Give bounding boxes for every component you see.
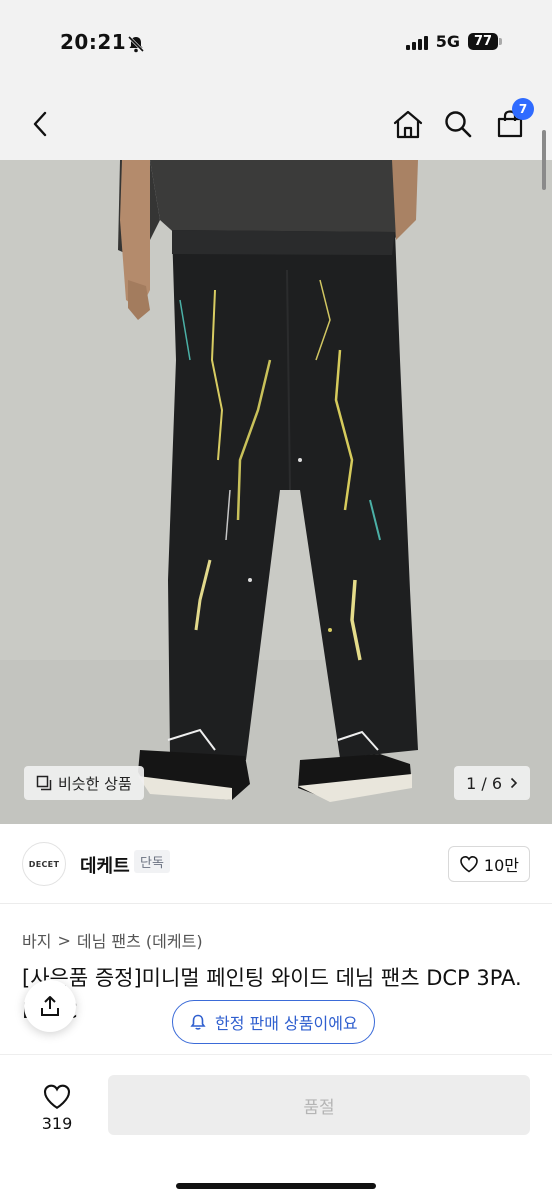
chevron-right-icon	[510, 777, 518, 789]
limited-sale-label: 한정 판매 상품이에요	[215, 1014, 358, 1033]
search-button[interactable]	[438, 104, 478, 144]
wishlist-count: 319	[41, 1114, 73, 1133]
bottom-action-bar: 319 품절	[0, 1054, 552, 1200]
breadcrumb: 바지 > 데님 팬츠 (데케트)	[22, 928, 203, 952]
status-bar: 20:21 5G 77	[0, 0, 552, 88]
breadcrumb-separator: >	[57, 930, 71, 950]
similar-products-label: 비슷한 상품	[58, 774, 132, 793]
brand-logo-text: DECET	[28, 859, 60, 869]
cart-button[interactable]: 7	[490, 98, 534, 144]
back-icon	[33, 111, 47, 137]
back-button[interactable]	[22, 106, 58, 142]
gallery-page-indicator[interactable]: 1 / 6	[454, 766, 530, 800]
search-icon	[445, 111, 472, 138]
network-label: 5G	[435, 32, 460, 51]
home-indicator	[176, 1183, 376, 1189]
bell-icon	[190, 1014, 206, 1030]
page-indicator-text: 1 / 6	[466, 773, 502, 793]
brand-like-button[interactable]: 10만	[447, 846, 530, 882]
limited-sale-notice: 한정 판매 상품이에요	[172, 1000, 375, 1044]
exclusive-tag: 단독	[134, 850, 170, 873]
scrollbar[interactable]	[542, 130, 546, 190]
status-indicators: 5G 77	[405, 32, 502, 51]
home-icon	[393, 110, 423, 139]
brand-like-count: 10만	[483, 856, 519, 875]
similar-products-button[interactable]: 비슷한 상품	[24, 766, 144, 800]
share-icon	[41, 996, 59, 1016]
top-nav: 7	[0, 88, 552, 160]
soldout-button[interactable]: 품절	[108, 1075, 530, 1135]
battery-level: 77	[468, 33, 498, 50]
product-image-gallery[interactable]: 비슷한 상품 1 / 6	[0, 160, 552, 824]
share-button[interactable]	[24, 980, 76, 1032]
brand-logo[interactable]: DECET	[22, 842, 66, 886]
cart-count-badge: 7	[512, 98, 534, 120]
brand-name[interactable]: 데케트	[80, 852, 130, 878]
breadcrumb-item-subcategory[interactable]: 데님 팬츠 (데케트)	[77, 928, 203, 952]
product-photo	[0, 160, 552, 824]
breadcrumb-item-category[interactable]: 바지	[22, 928, 51, 952]
wishlist-button[interactable]: 319	[22, 1073, 92, 1143]
heart-icon	[43, 1084, 71, 1109]
bell-slash-icon	[127, 35, 145, 53]
battery-icon: 77	[468, 33, 502, 50]
brand-row: DECET 데케트 단독 10만	[0, 824, 552, 904]
status-time: 20:21	[60, 30, 127, 54]
heart-icon	[460, 855, 478, 873]
signal-icon	[405, 34, 428, 50]
home-button[interactable]	[388, 104, 428, 144]
similar-icon	[36, 775, 52, 791]
